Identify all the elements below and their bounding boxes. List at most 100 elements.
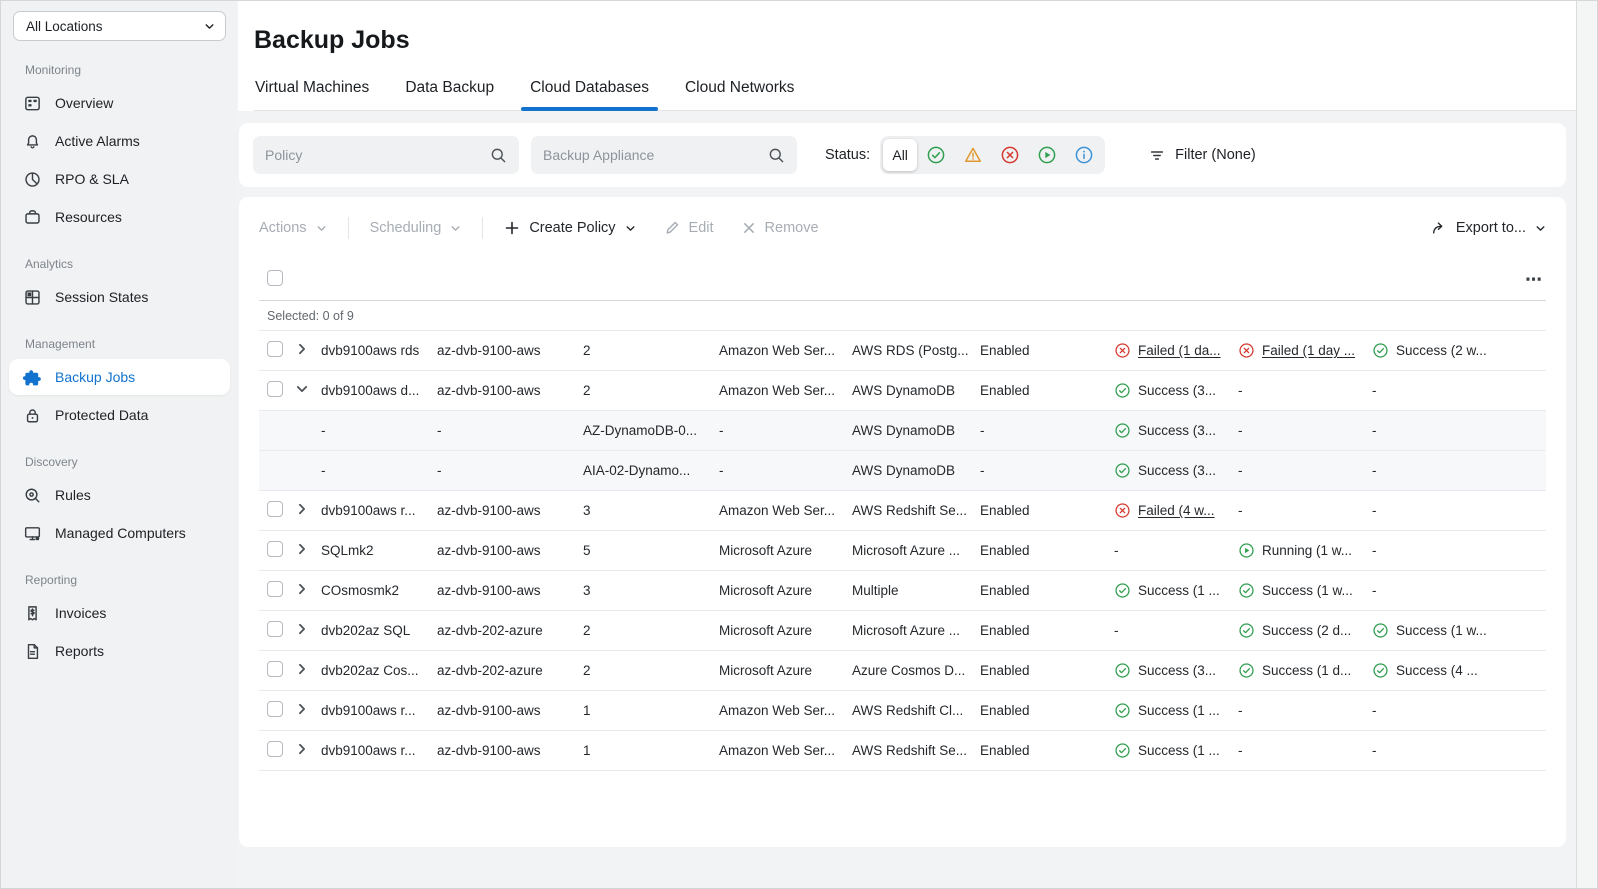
sidebar-item-session-states[interactable]: Session States [9, 279, 230, 315]
scrollbar-track[interactable] [1576, 1, 1597, 888]
success-icon [1114, 742, 1131, 759]
policy-search-input[interactable] [265, 147, 490, 163]
chevron-right-icon[interactable] [295, 502, 309, 516]
cell-instances: 5 [583, 543, 719, 558]
tab-data-backup[interactable]: Data Backup [405, 79, 494, 110]
cell-backup-appliance: az-dvb-9100-aws [437, 343, 583, 358]
sidebar-item-rules[interactable]: Rules [9, 477, 230, 513]
success-icon [1114, 422, 1131, 439]
selection-summary: Selected: 0 of 9 [259, 301, 1546, 331]
cell-last-backup: - [1238, 503, 1372, 518]
row-checkbox[interactable] [267, 381, 283, 397]
cell-last-snapshot[interactable]: Failed (1 da... [1114, 342, 1238, 359]
select-all-checkbox[interactable] [267, 270, 283, 286]
cell-instances: 2 [583, 663, 719, 678]
sidebar-item-invoices[interactable]: Invoices [9, 595, 230, 631]
chevron-right-icon[interactable] [295, 622, 309, 636]
overview-icon [23, 94, 42, 113]
table-row[interactable]: dvb9100aws r...az-dvb-9100-aws3Amazon We… [259, 491, 1546, 531]
row-checkbox[interactable] [267, 701, 283, 717]
row-checkbox[interactable] [267, 501, 283, 517]
cell-last-snapshot[interactable]: Failed (4 w... [1114, 502, 1238, 519]
appliance-search-input[interactable] [543, 147, 768, 163]
status-filter-success-button[interactable] [917, 139, 954, 171]
sidebar-item-label: Overview [55, 95, 113, 111]
cell-last-snapshot: Success (1 ... [1114, 742, 1238, 759]
cell-last-snapshot-label[interactable]: Failed (4 w... [1138, 503, 1215, 518]
row-checkbox[interactable] [267, 741, 283, 757]
row-checkbox[interactable] [267, 661, 283, 677]
row-checkbox[interactable] [267, 541, 283, 557]
chevron-right-icon[interactable] [295, 542, 309, 556]
success-icon [1372, 342, 1389, 359]
sidebar-item-resources[interactable]: Resources [9, 199, 230, 235]
edit-button[interactable]: Edit [664, 220, 714, 236]
status-filter-running-button[interactable] [1028, 139, 1065, 171]
plus-icon [504, 220, 520, 236]
edit-button-label: Edit [689, 220, 714, 236]
chevron-right-icon[interactable] [295, 582, 309, 596]
chevron-down-icon [1535, 223, 1546, 234]
column-options-button[interactable]: ⋯ [1508, 270, 1546, 290]
scheduling-button[interactable]: Scheduling [370, 220, 462, 236]
tab-cloud-databases[interactable]: Cloud Databases [530, 79, 649, 110]
chevron-down-icon[interactable] [295, 382, 309, 396]
remove-button[interactable]: Remove [742, 220, 819, 236]
status-filter-all-button[interactable]: All [883, 139, 917, 171]
cell-last-snapshot-label: Success (3... [1138, 383, 1216, 398]
sidebar-section-reporting: ReportingInvoicesReports [1, 573, 238, 669]
appliance-search[interactable] [531, 136, 797, 174]
cell-last-snapshot-label[interactable]: Failed (1 da... [1138, 343, 1221, 358]
table-row[interactable]: dvb9100aws rdsaz-dvb-9100-aws2Amazon Web… [259, 331, 1546, 371]
table-row[interactable]: dvb9100aws r...az-dvb-9100-aws1Amazon We… [259, 731, 1546, 771]
tab-cloud-networks[interactable]: Cloud Networks [685, 79, 794, 110]
cell-last-backup: - [1238, 423, 1372, 438]
cell-policy: dvb9100aws r... [321, 703, 437, 718]
chevron-right-icon[interactable] [295, 342, 309, 356]
cell-last-backup-label[interactable]: Failed (1 day ... [1262, 343, 1355, 358]
table-row[interactable]: COsmosmk2az-dvb-9100-aws3Microsoft Azure… [259, 571, 1546, 611]
table-row[interactable]: dvb202az Cos...az-dvb-202-azure2Microsof… [259, 651, 1546, 691]
chevron-right-icon[interactable] [295, 662, 309, 676]
table-row[interactable]: dvb9100aws d...az-dvb-9100-aws2Amazon We… [259, 371, 1546, 411]
cell-platform: Microsoft Azure [719, 663, 852, 678]
sidebar-item-backup-jobs[interactable]: Backup Jobs [9, 359, 230, 395]
status-filter-info-button[interactable] [1065, 139, 1102, 171]
export-button[interactable]: Export to... [1431, 220, 1546, 236]
cell-policy: dvb9100aws r... [321, 503, 437, 518]
sidebar: All Locations MonitoringOverviewActive A… [1, 1, 238, 888]
sidebar-item-rpo-sla[interactable]: RPO & SLA [9, 161, 230, 197]
row-checkbox[interactable] [267, 621, 283, 637]
tab-virtual-machines[interactable]: Virtual Machines [255, 79, 369, 110]
sidebar-item-managed-computers[interactable]: Managed Computers [9, 515, 230, 551]
chevron-right-icon[interactable] [295, 702, 309, 716]
policy-search[interactable] [253, 136, 519, 174]
info-icon [1074, 145, 1094, 165]
table-row[interactable]: dvb9100aws r...az-dvb-9100-aws1Amazon We… [259, 691, 1546, 731]
cell-last-backup: - [1238, 703, 1372, 718]
table-row[interactable]: --AIA-02-Dynamo...-AWS DynamoDB-Success … [259, 451, 1546, 491]
status-filter-error-button[interactable] [991, 139, 1028, 171]
sidebar-item-label: Session States [55, 289, 148, 305]
sidebar-item-overview[interactable]: Overview [9, 85, 230, 121]
table-row[interactable]: --AZ-DynamoDB-0...-AWS DynamoDB-Success … [259, 411, 1546, 451]
row-checkbox[interactable] [267, 581, 283, 597]
cell-last-backup-label: Success (2 d... [1262, 623, 1351, 638]
row-checkbox[interactable] [267, 341, 283, 357]
chevron-right-icon[interactable] [295, 742, 309, 756]
status-filter-warning-button[interactable] [954, 139, 991, 171]
cell-last-backup[interactable]: Failed (1 day ... [1238, 342, 1372, 359]
location-selector[interactable]: All Locations [13, 11, 226, 41]
cell-policy-state: Enabled [980, 623, 1114, 638]
actions-button[interactable]: Actions [259, 220, 327, 236]
filter-button[interactable]: Filter (None) [1149, 147, 1256, 163]
sidebar-item-reports[interactable]: Reports [9, 633, 230, 669]
table-row[interactable]: SQLmk2az-dvb-9100-aws5Microsoft AzureMic… [259, 531, 1546, 571]
table-row[interactable]: dvb202az SQLaz-dvb-202-azure2Microsoft A… [259, 611, 1546, 651]
cell-platform: Amazon Web Ser... [719, 503, 852, 518]
sidebar-item-active-alarms[interactable]: Active Alarms [9, 123, 230, 159]
sidebar-item-protected-data[interactable]: Protected Data [9, 397, 230, 433]
cell-last-snapshot: Success (3... [1114, 422, 1238, 439]
create-policy-button[interactable]: Create Policy [504, 220, 635, 236]
cell-last-snapshot-label: Success (1 ... [1138, 583, 1220, 598]
